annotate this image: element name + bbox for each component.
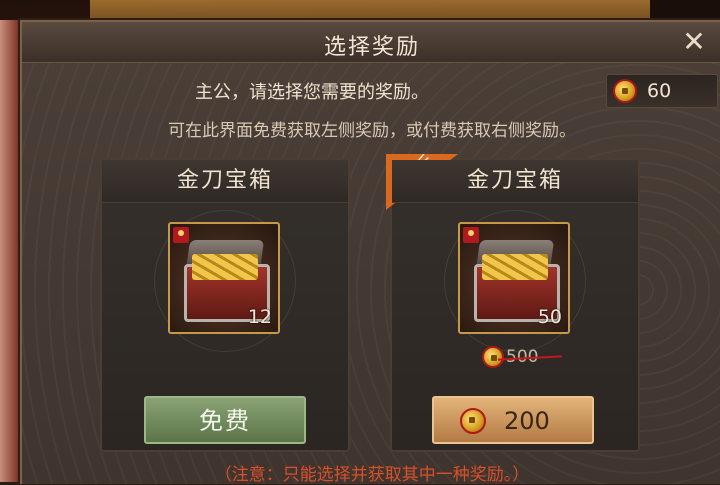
buy-price: 200 — [504, 407, 550, 435]
note-text: （注意：只能选择并获取其中一种奖励。） — [214, 465, 530, 485]
currency-display: 60 — [606, 74, 718, 108]
close-icon[interactable]: ✕ — [680, 28, 708, 56]
free-reward-card: 金刀宝箱 12 免费 — [100, 158, 350, 452]
item-badge-icon — [173, 227, 189, 243]
gold-coin-icon — [460, 408, 486, 434]
paid-reward-card: 4折 金刀宝箱 50 500 200 — [386, 154, 640, 452]
gold-blade-chest-item[interactable]: 50 — [458, 222, 570, 334]
free-claim-button[interactable]: 免费 — [144, 396, 306, 444]
gold-coin-icon — [613, 79, 637, 103]
subprompt-text: 可在此界面免费获取左侧奖励，或付费获取右侧奖励。 — [168, 121, 576, 141]
prompt-text: 主公，请选择您需要的奖励。 — [195, 82, 429, 103]
currency-amount: 60 — [647, 80, 672, 102]
gold-blades — [192, 254, 258, 280]
original-price: 500 — [482, 346, 563, 370]
gold-coin-icon — [482, 346, 504, 368]
title-bar: 选择奖励 ✕ — [22, 22, 720, 63]
gold-blades — [482, 254, 548, 280]
buy-button[interactable]: 200 — [432, 396, 594, 444]
dialog-title: 选择奖励 — [323, 35, 420, 60]
item-count: 12 — [247, 306, 272, 328]
gold-blade-chest-item[interactable]: 12 — [168, 222, 280, 334]
item-count: 50 — [537, 306, 562, 328]
paid-reward-title: 金刀宝箱 — [392, 160, 638, 203]
free-reward-title: 金刀宝箱 — [102, 160, 348, 203]
reward-dialog: 选择奖励 ✕ 主公，请选择您需要的奖励。 可在此界面免费获取左侧奖励，或付费获取… — [20, 20, 720, 485]
item-badge-icon — [463, 227, 479, 243]
